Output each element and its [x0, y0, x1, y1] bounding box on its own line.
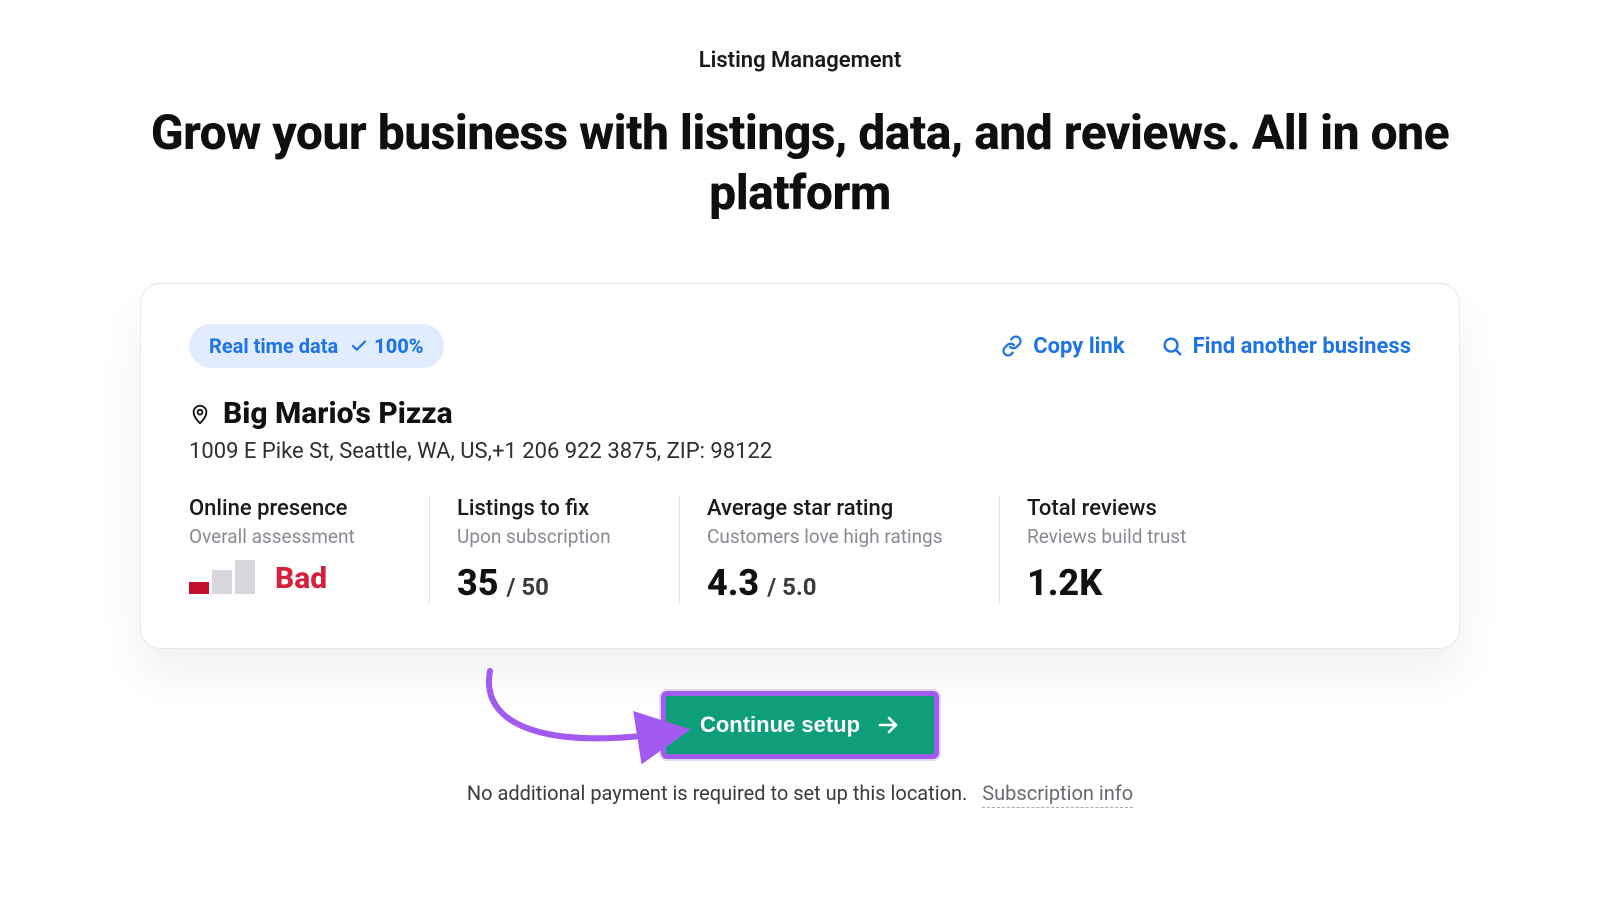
business-summary-card: Real time data 100% Copy link Find anoth… — [140, 283, 1460, 649]
footnote-text: No additional payment is required to set… — [467, 781, 967, 805]
check-icon — [350, 337, 368, 355]
subscription-info-link[interactable]: Subscription info — [982, 781, 1133, 808]
signal-bars-icon — [189, 560, 255, 594]
search-icon — [1161, 335, 1183, 357]
copy-link-button[interactable]: Copy link — [1001, 334, 1124, 359]
stat-listings-to-fix: Listings to fix Upon subscription 35 / 5… — [429, 492, 679, 608]
stat-title: Total reviews — [1027, 496, 1383, 521]
realtime-badge-label: Real time data — [209, 334, 338, 358]
page-eyebrow: Listing Management — [70, 48, 1530, 73]
stat-total-reviews: Total reviews Reviews build trust 1.2K — [999, 492, 1411, 608]
stat-online-presence: Online presence Overall assessment Bad — [189, 492, 429, 608]
continue-setup-button[interactable]: Continue setup — [661, 691, 939, 759]
realtime-badge: Real time data 100% — [189, 324, 444, 368]
stat-denominator: / 50 — [507, 573, 549, 601]
stat-title: Average star rating — [707, 496, 971, 521]
business-name: Big Mario's Pizza — [223, 396, 453, 431]
presence-rating: Bad — [275, 564, 327, 594]
stat-average-rating: Average star rating Customers love high … — [679, 492, 999, 608]
arrow-right-icon — [876, 713, 900, 737]
footnote: No additional payment is required to set… — [140, 781, 1460, 805]
stat-subtitle: Customers love high ratings — [707, 525, 971, 548]
page-title: Grow your business with listings, data, … — [70, 103, 1530, 223]
stat-title: Listings to fix — [457, 496, 651, 521]
stats-row: Online presence Overall assessment Bad L… — [189, 492, 1411, 608]
stat-title: Online presence — [189, 496, 401, 521]
stat-value: 1.2K — [1027, 562, 1102, 604]
stat-denominator: / 5.0 — [767, 573, 816, 601]
stat-value: 4.3 — [707, 562, 759, 604]
stat-subtitle: Overall assessment — [189, 525, 401, 548]
business-address: 1009 E Pike St, Seattle, WA, US,+1 206 9… — [189, 439, 1411, 464]
realtime-badge-percent: 100% — [350, 334, 423, 358]
stat-subtitle: Upon subscription — [457, 525, 651, 548]
find-another-business-button[interactable]: Find another business — [1161, 334, 1411, 359]
pin-icon — [189, 403, 211, 425]
stat-value: 35 — [457, 562, 499, 604]
stat-subtitle: Reviews build trust — [1027, 525, 1383, 548]
link-icon — [1001, 335, 1023, 357]
